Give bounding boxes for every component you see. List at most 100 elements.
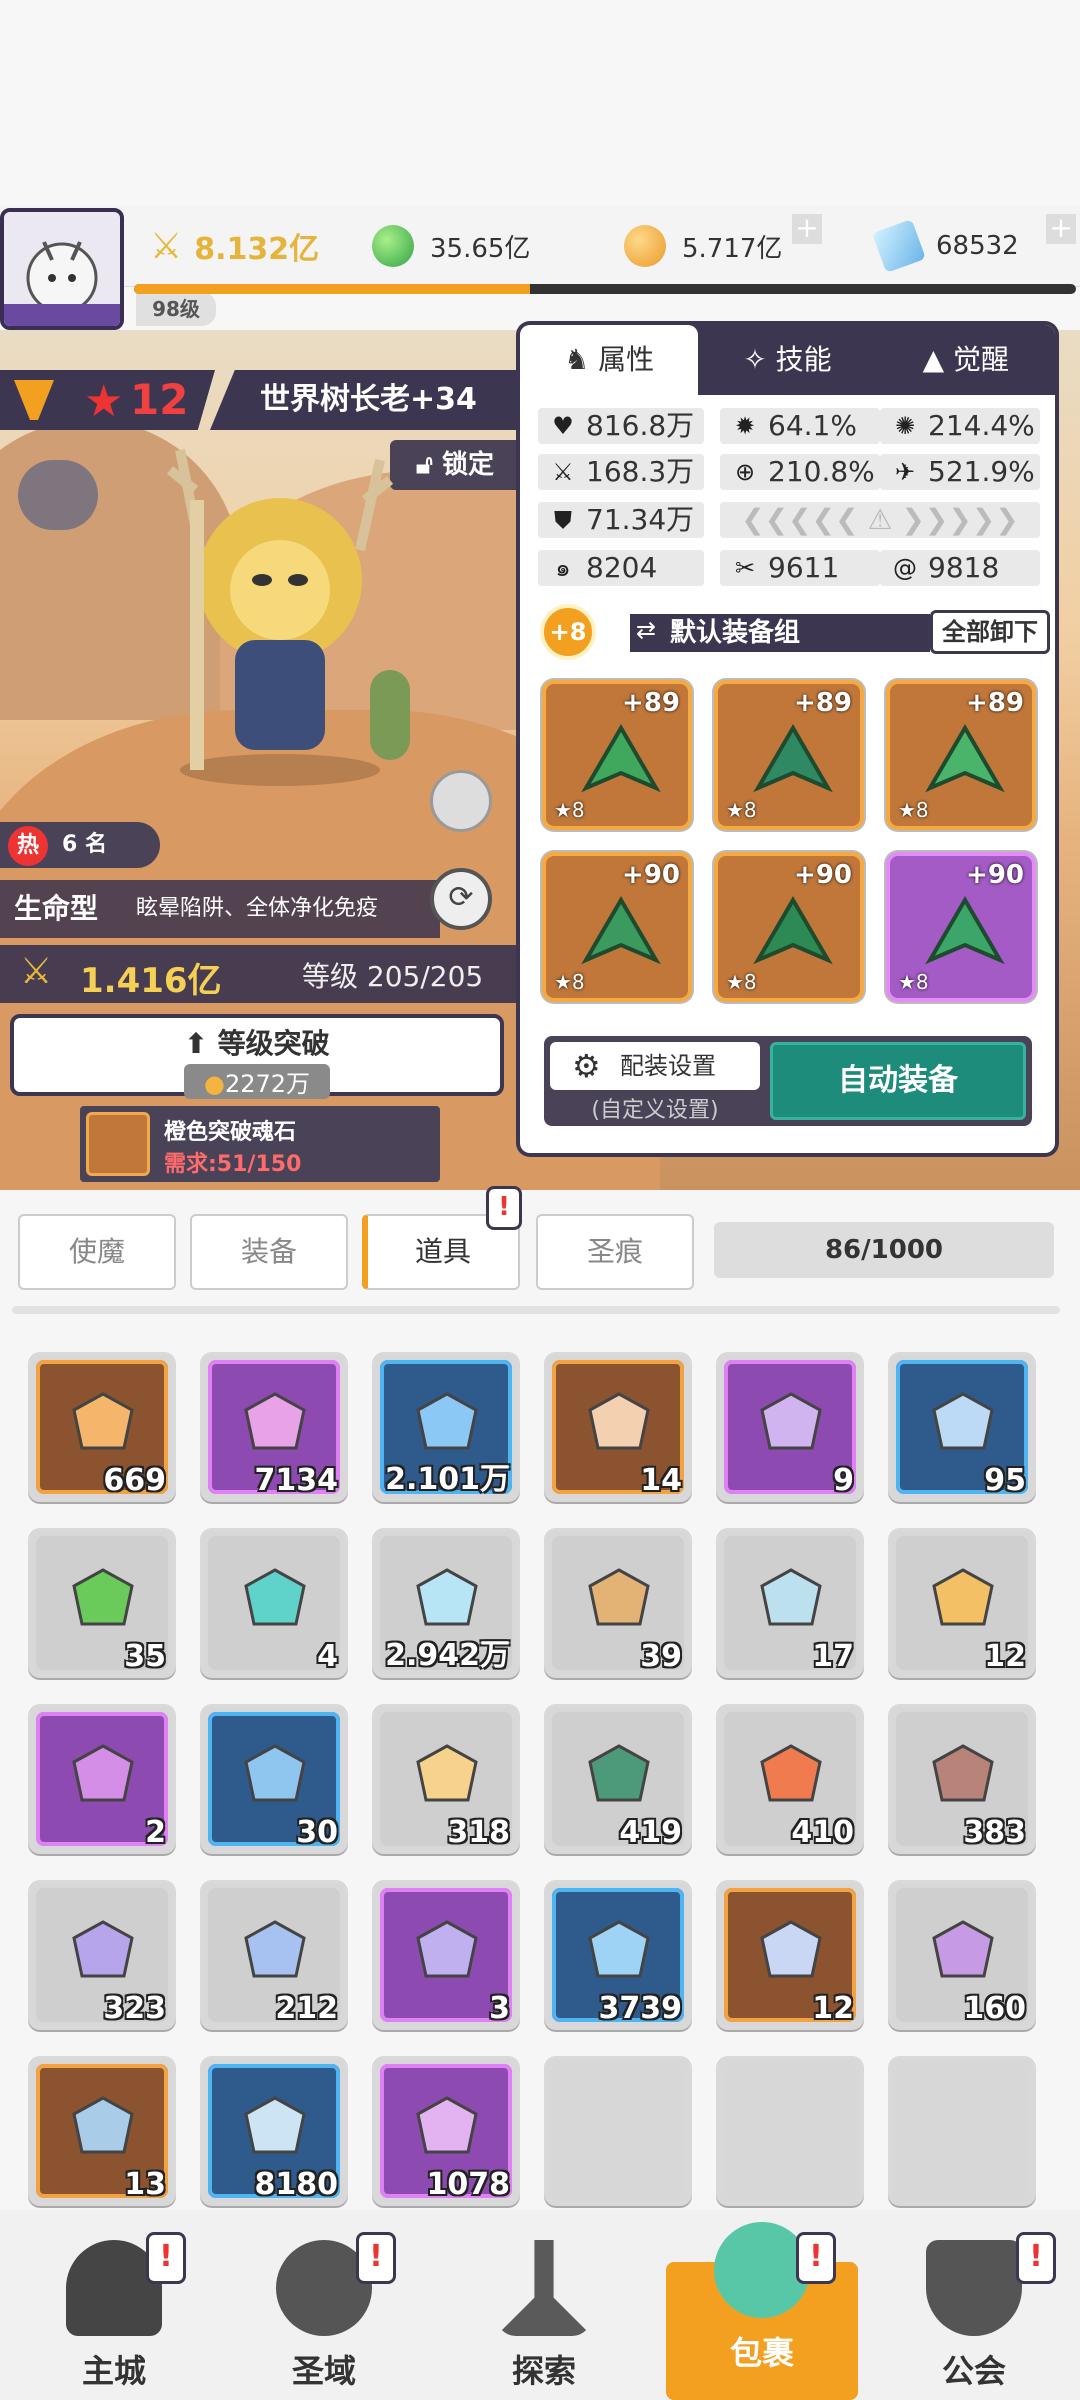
player-power: 8.132亿 (194, 232, 320, 267)
alert-badge-icon: ! (486, 1186, 522, 1230)
player-avatar[interactable] (0, 208, 124, 330)
tab-skills[interactable]: ✧ 技能 (698, 325, 876, 395)
sword-stone-icon (496, 2240, 592, 2336)
hero-star-level: 12 (130, 375, 189, 424)
item-icon (932, 1920, 994, 1978)
item-slot[interactable]: 35 (28, 1528, 176, 1678)
equipment-stars: ★8 (726, 798, 757, 822)
stat-value: 9611 (768, 551, 840, 584)
add-diamond-icon[interactable]: + (1046, 214, 1076, 244)
item-slot[interactable]: 419 (544, 1704, 692, 1854)
stat-speed: ✈ 521.9% (880, 454, 1040, 490)
equipment-slot[interactable]: +89 ★8 (886, 680, 1036, 830)
item-icon (244, 1392, 306, 1450)
view-hero-icon[interactable] (430, 770, 492, 832)
item-slot[interactable]: 4 (200, 1528, 348, 1678)
item-slot[interactable]: 2.942万 (372, 1528, 520, 1678)
equipment-slot[interactable]: +90 ★8 (886, 852, 1036, 1002)
reset-button[interactable]: ⟳ (430, 868, 492, 930)
diamond-value: 68532 (936, 231, 1019, 261)
level-breakthrough-button[interactable]: ⬆ 等级突破 ●2272万 (10, 1014, 504, 1099)
item-slot[interactable]: 212 (200, 1880, 348, 2030)
equipment-slot[interactable]: +90 ★8 (714, 852, 864, 1002)
green-currency-value: 35.65亿 (430, 233, 531, 264)
equipment-slot[interactable]: +90 ★8 (542, 852, 692, 1002)
item-slot[interactable]: 2 (28, 1704, 176, 1854)
hero-name: 世界树长老+34 (210, 370, 520, 430)
item-count: 2 (145, 1815, 166, 1850)
nav-label: 探索 (511, 2352, 576, 2390)
gold-coin-icon: ● (203, 1070, 225, 1098)
equipment-level: +89 (622, 688, 680, 718)
item-count: 35 (124, 1639, 166, 1674)
tab-attributes[interactable]: ♞ 属性 (520, 325, 699, 395)
equipment-level: +90 (966, 860, 1024, 890)
game-screen: { "header": { "player_level": "98级", "po… (0, 0, 1080, 2400)
stat-value: 9818 (928, 551, 1000, 584)
item-slot[interactable]: 14 (544, 1352, 692, 1502)
item-slot[interactable]: 12 (716, 1880, 864, 2030)
item-slot[interactable]: 7134 (200, 1352, 348, 1502)
hero-power-row: ⚔ 1.416亿 等级 205/205 (0, 945, 520, 1003)
enhance-badge[interactable]: +8 (540, 604, 596, 660)
equipment-set-selector[interactable]: 默认装备组 (630, 614, 930, 652)
nav-explore[interactable]: 探索 (464, 2230, 624, 2400)
item-slot[interactable]: 3739 (544, 1880, 692, 2030)
arrow-up-icon: ⬆ (184, 1027, 208, 1060)
item-icon (72, 1744, 134, 1802)
category-familiar[interactable]: 使魔 (18, 1214, 176, 1290)
item-icon (760, 1392, 822, 1450)
nav-label: 包裹 (729, 2334, 794, 2372)
item-slot[interactable]: 160 (888, 1880, 1036, 2030)
item-slot[interactable]: 12 (888, 1528, 1036, 1678)
item-slot[interactable]: 383 (888, 1704, 1036, 1854)
item-slot[interactable]: 323 (28, 1880, 176, 2030)
item-slot[interactable]: 30 (200, 1704, 348, 1854)
item-slot[interactable]: 9 (716, 1352, 864, 1502)
alert-badge-icon: ! (146, 2232, 186, 2284)
equipment-slot[interactable]: +89 ★8 (542, 680, 692, 830)
item-slot[interactable]: 2.101万 (372, 1352, 520, 1502)
stat-locked-row: ❮❮❮❮❮ ⚠ ❯❯❯❯❯ (720, 502, 1040, 538)
equipment-slot[interactable]: +89 ★8 (714, 680, 864, 830)
stat-attack: ⚔ 168.3万 (538, 454, 704, 490)
item-slot[interactable]: 3 (372, 1880, 520, 2030)
nav-label: 公会 (941, 2352, 1006, 2390)
item-slot[interactable]: 13 (28, 2056, 176, 2206)
item-slot[interactable]: 669 (28, 1352, 176, 1502)
item-icon (760, 1920, 822, 1978)
tab-awaken[interactable]: ▲ 觉醒 (877, 325, 1055, 395)
item-slot[interactable]: 95 (888, 1352, 1036, 1502)
unequip-all-button[interactable]: 全部卸下 (930, 610, 1050, 654)
stat-value: 71.34万 (586, 503, 695, 536)
breakthrough-material[interactable]: 橙色突破魂石 需求:51/150 (80, 1106, 440, 1182)
item-slot[interactable]: 1078 (372, 2056, 520, 2206)
equipment-icon (753, 896, 833, 965)
hero-power: 1.416亿 (80, 961, 222, 1001)
stat-accuracy: ⊕ 210.8% (720, 454, 880, 490)
category-equipment[interactable]: 装备 (190, 1214, 348, 1290)
item-slot[interactable]: 17 (716, 1528, 864, 1678)
item-icon (588, 1744, 650, 1802)
item-count: 13 (124, 2167, 166, 2202)
item-slot[interactable]: 318 (372, 1704, 520, 1854)
item-count: 212 (275, 1991, 338, 2026)
avatar-portrait-icon (4, 212, 120, 326)
skin-lock-icon[interactable] (18, 460, 98, 530)
loadout-settings-button[interactable]: ⚙ 配装设置 (550, 1042, 760, 1090)
item-count: 4 (317, 1639, 338, 1674)
item-icon (760, 1744, 822, 1802)
item-slot[interactable]: 410 (716, 1704, 864, 1854)
item-slot[interactable]: 39 (544, 1528, 692, 1678)
item-slot[interactable]: 8180 (200, 2056, 348, 2206)
item-icon (244, 2096, 306, 2154)
item-count: 17 (812, 1639, 854, 1674)
item-icon (588, 1568, 650, 1626)
category-stigmata[interactable]: 圣痕 (536, 1214, 694, 1290)
auto-equip-button[interactable]: 自动装备 (770, 1042, 1026, 1120)
item-count: 7134 (254, 1463, 339, 1498)
item-count: 14 (640, 1463, 682, 1498)
alert-badge-icon: ! (356, 2232, 396, 2284)
add-gold-icon[interactable]: + (792, 214, 822, 244)
crit-icon: ✹ (734, 412, 756, 440)
